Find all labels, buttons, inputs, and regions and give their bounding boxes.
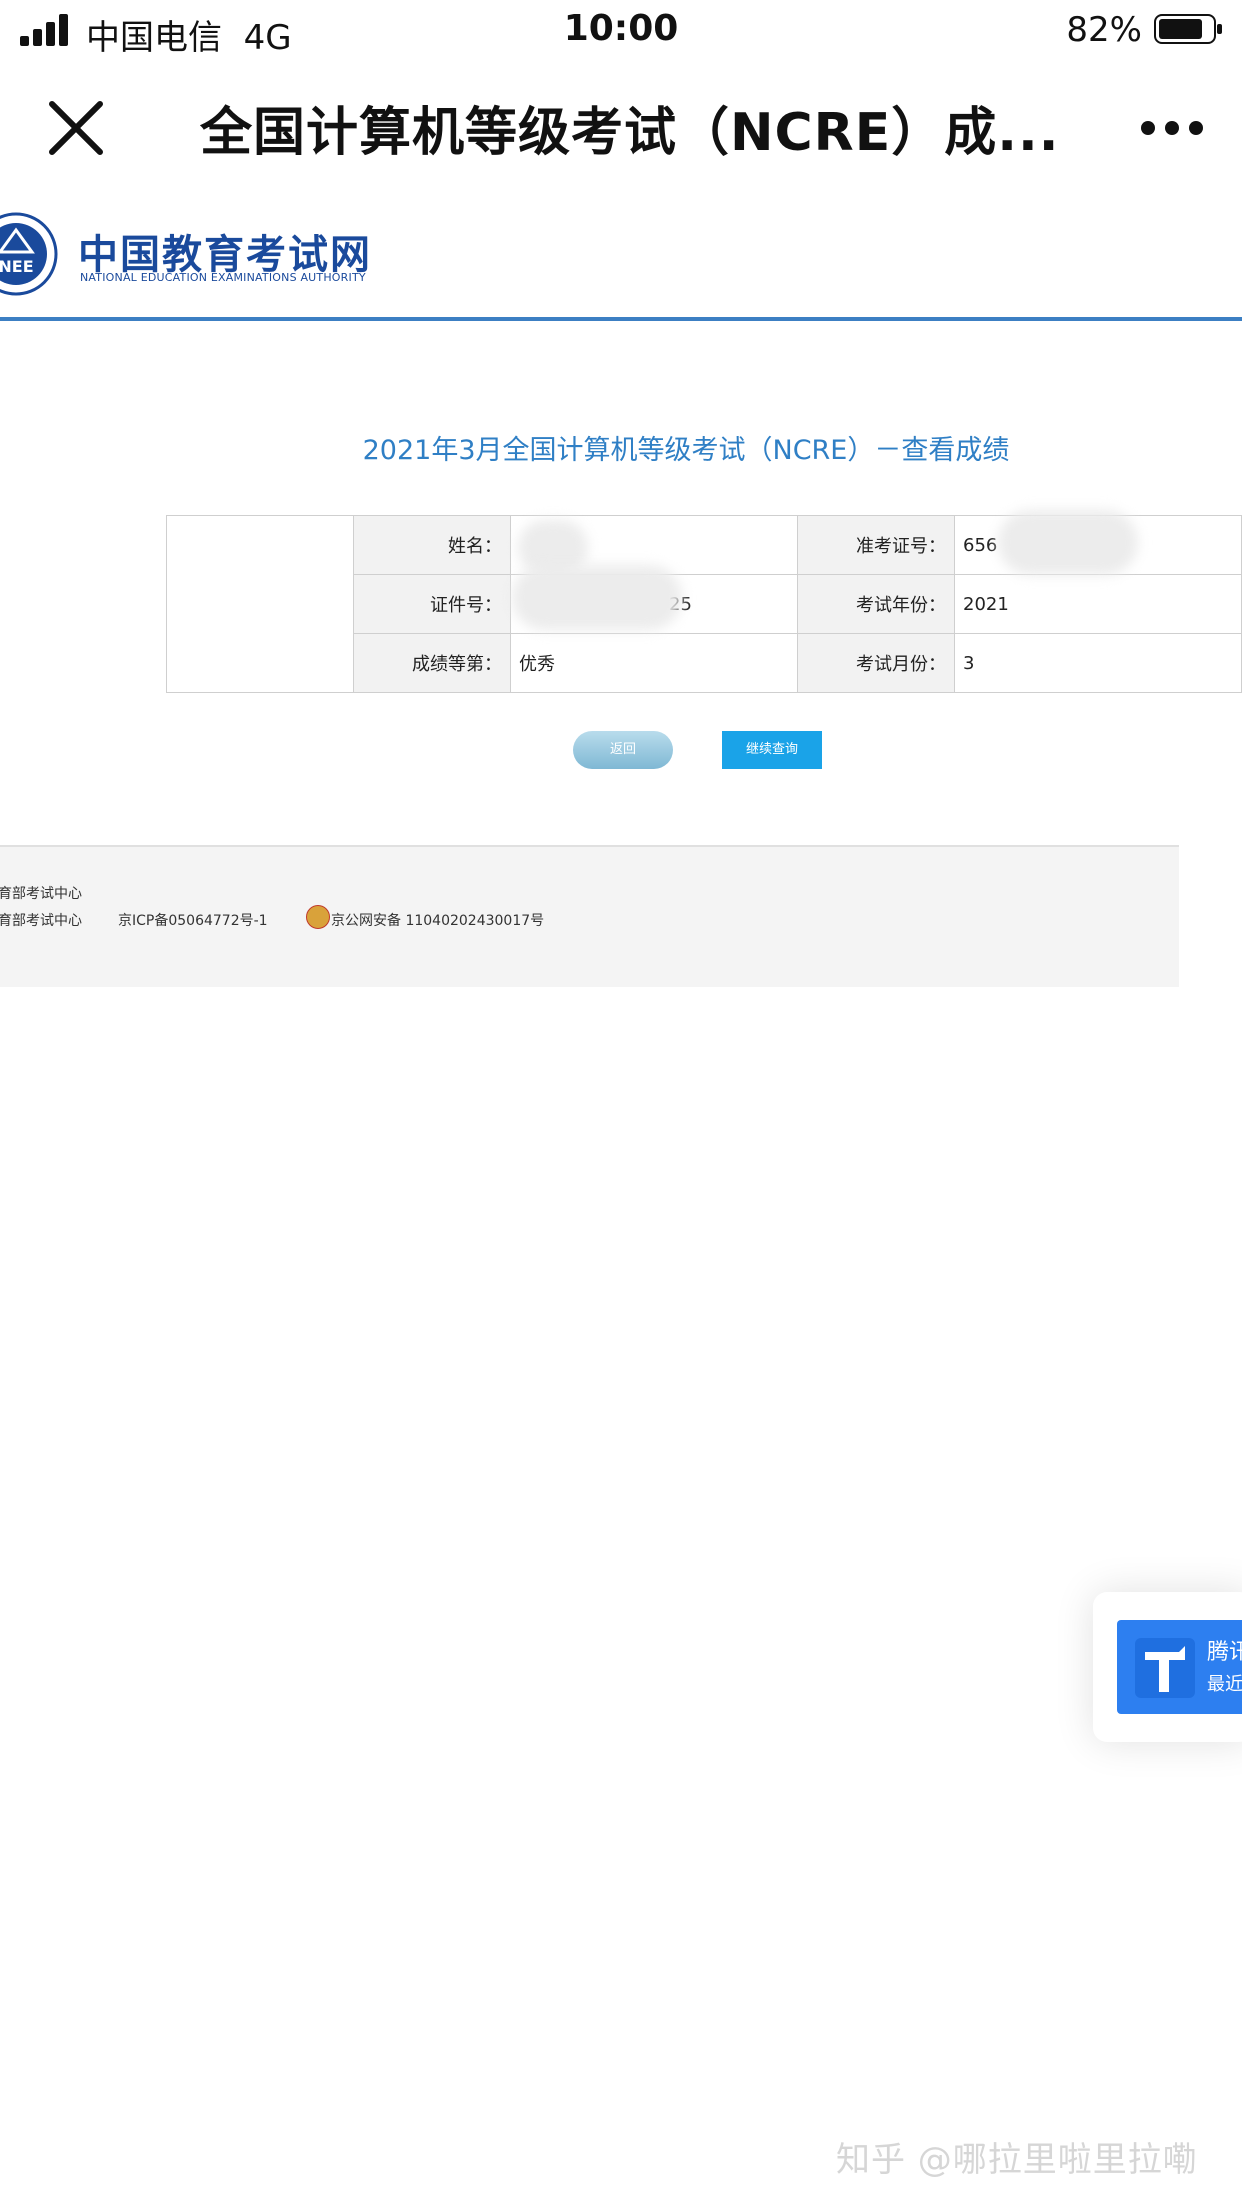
clock: 10:00 [563, 8, 679, 49]
exam-month-label: 考试月份： [797, 633, 955, 693]
neea-emblem-icon: NEE [0, 212, 58, 296]
grade-value: 优秀 [510, 633, 798, 693]
redaction-blur [998, 510, 1138, 575]
site-footer: 育部考试中心 育部考试中心 京ICP备05064772号-1 京公网安备 110… [0, 845, 1179, 987]
widget-subtitle: 最近 [1207, 1674, 1242, 1695]
close-icon[interactable] [46, 98, 106, 158]
back-button[interactable]: 返回 [573, 731, 673, 769]
continue-query-button[interactable]: 继续查询 [722, 731, 822, 769]
nav-header: 全国计算机等级考试（NCRE）成... [0, 80, 1242, 170]
result-heading: 2021年3月全国计算机等级考试（NCRE）－查看成绩 [0, 428, 1242, 467]
zhihu-watermark: 知乎 @哪拉里啦里拉嘞 [836, 2140, 1198, 2180]
police-record-link[interactable]: 京公网安备 11040202430017号 [331, 910, 544, 930]
id-number-label: 证件号： [353, 574, 511, 634]
widget-title: 腾讯 [1207, 1640, 1242, 1665]
battery-icon [1154, 14, 1222, 44]
icp-license-link[interactable]: 京ICP备05064772号-1 [118, 910, 268, 930]
site-name-en: NATIONAL EDUCATION EXAMINATIONS AUTHORIT… [80, 271, 366, 284]
photo-cell [166, 515, 354, 693]
header-divider [0, 317, 1242, 321]
more-options-icon[interactable] [1140, 118, 1204, 138]
emblem-text: NEE [0, 257, 34, 276]
police-badge-icon [306, 905, 330, 929]
ticket-number-label: 准考证号： [797, 515, 955, 575]
tencent-docs-tile[interactable]: 腾讯 最近 [1117, 1620, 1242, 1714]
redaction-blur [512, 565, 682, 630]
battery-percent: 82% [1066, 10, 1142, 50]
page-title: 全国计算机等级考试（NCRE）成... [200, 103, 1060, 163]
exam-month-value: 3 [954, 633, 1242, 693]
grade-label: 成绩等第： [353, 633, 511, 693]
tencent-docs-icon [1135, 1638, 1195, 1698]
footer-copyright-1: 育部考试中心 [0, 886, 82, 902]
status-bar: 中国电信 4G 10:00 82% [0, 0, 1242, 60]
exam-year-value: 2021 [954, 574, 1242, 634]
floating-app-widget[interactable]: 腾讯 最近 [1093, 1592, 1242, 1742]
exam-year-label: 考试年份： [797, 574, 955, 634]
result-heading-text: 2021年3月全国计算机等级考试（NCRE）－查看成绩 [362, 435, 1010, 466]
footer-copyright-2: 育部考试中心 [0, 913, 82, 929]
name-label: 姓名： [353, 515, 511, 575]
